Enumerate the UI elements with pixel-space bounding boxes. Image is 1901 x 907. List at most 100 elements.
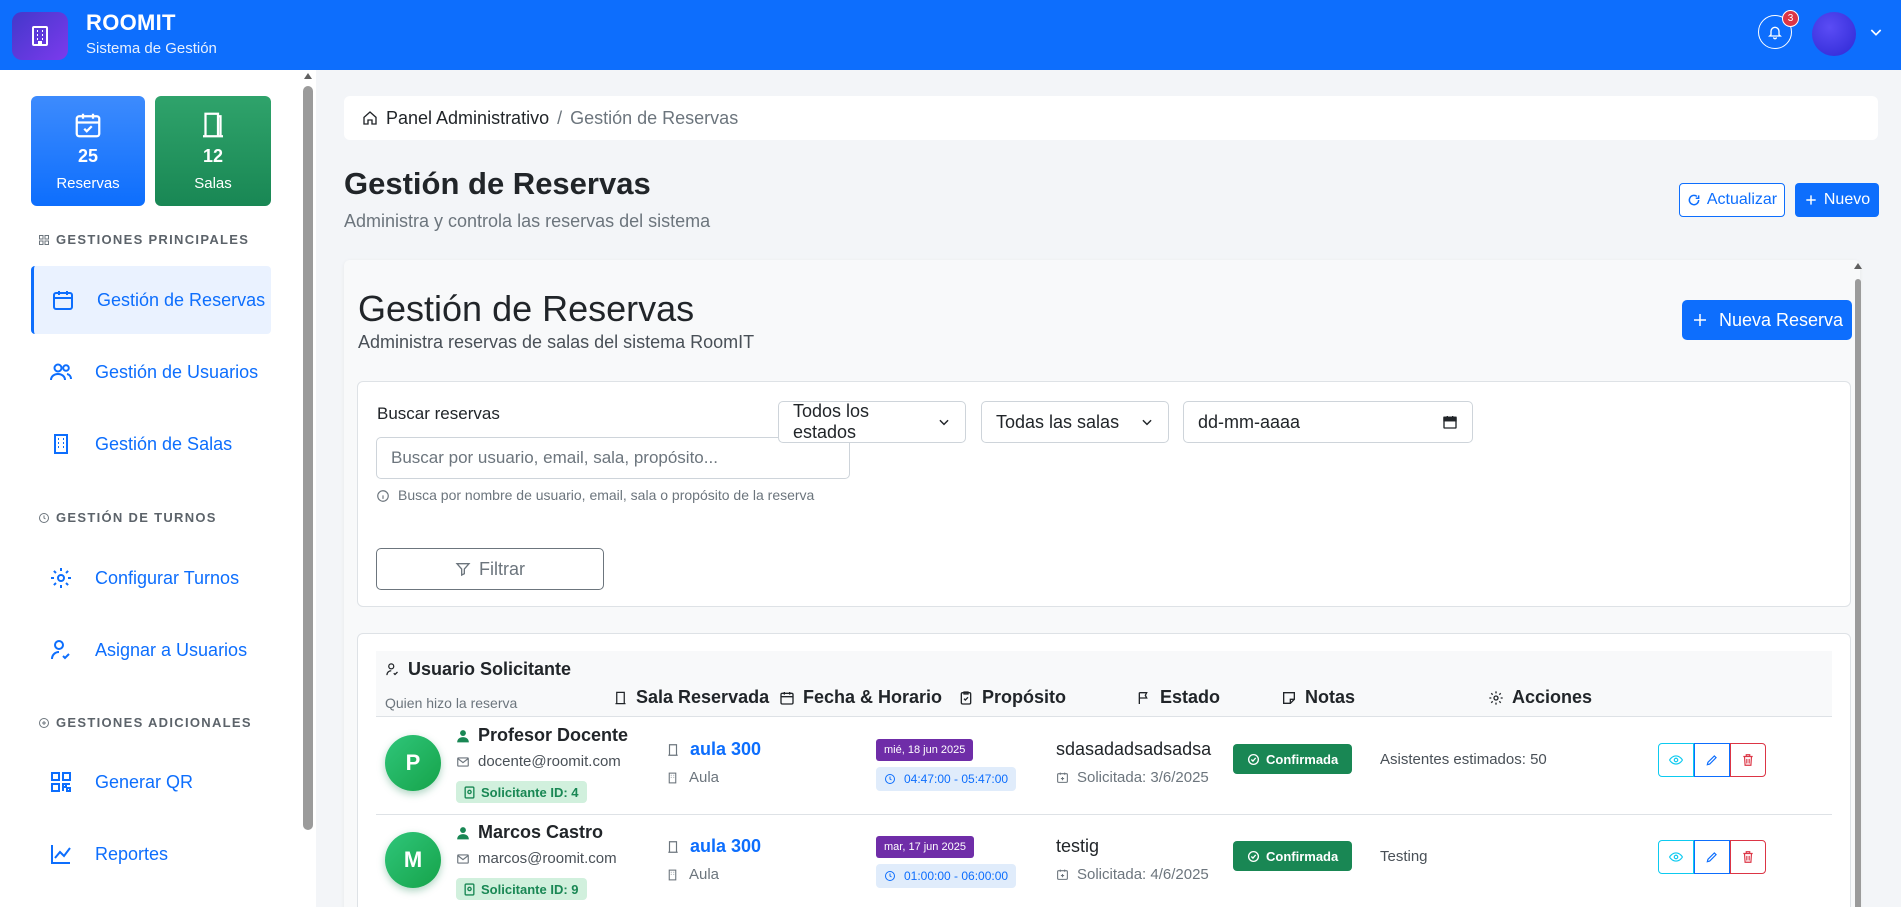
gear-icon bbox=[51, 568, 71, 588]
notifications-button[interactable]: 3 bbox=[1758, 10, 1799, 49]
content-scrollbar[interactable] bbox=[1854, 263, 1862, 907]
status-badge: Confirmada bbox=[1233, 744, 1353, 774]
sidebar-item-label: Reportes bbox=[95, 843, 169, 864]
calendar-plus-icon bbox=[1057, 869, 1068, 880]
content-scrollbar-thumb[interactable] bbox=[1855, 279, 1861, 907]
user-name: Profesor Docente bbox=[456, 725, 628, 746]
delete-button[interactable] bbox=[1730, 743, 1766, 777]
sidebar-item-salas[interactable]: Gestión de Salas bbox=[31, 410, 271, 478]
trash-icon bbox=[1743, 851, 1753, 863]
clock-icon bbox=[885, 774, 895, 784]
view-button[interactable] bbox=[1658, 743, 1694, 777]
sidebar-item-asignar-usuarios[interactable]: Asignar a Usuarios bbox=[31, 616, 271, 684]
sidebar-item-label: Gestión de Usuarios bbox=[95, 361, 259, 382]
new-reservation-button[interactable]: Nueva Reserva bbox=[1682, 300, 1852, 340]
chevron-down-icon bbox=[939, 419, 949, 426]
sticky-note-icon bbox=[1283, 691, 1295, 704]
building-icon bbox=[54, 434, 68, 454]
check-circle-icon bbox=[1247, 850, 1260, 862]
bell-icon bbox=[1768, 26, 1782, 40]
search-input[interactable] bbox=[376, 437, 850, 479]
clipboard-check-icon bbox=[960, 690, 972, 705]
clock-icon bbox=[885, 871, 895, 881]
sidebar-item-reportes[interactable]: Reportes bbox=[31, 820, 271, 888]
reservations-table: Usuario Solicitante Quien hizo la reserv… bbox=[357, 633, 1851, 907]
stat-reservas-value: 25 bbox=[77, 146, 99, 166]
envelope-icon bbox=[457, 853, 469, 864]
row-actions bbox=[1658, 840, 1766, 874]
building-icon bbox=[668, 772, 677, 783]
user-id-badge: Solicitante ID: 4 bbox=[456, 781, 587, 803]
clock-icon bbox=[39, 512, 49, 523]
table-row[interactable]: M Marcos Castro marcos@roomit.com Solici… bbox=[376, 814, 1832, 907]
column-fecha: Fecha & Horario bbox=[779, 687, 942, 708]
building-icon bbox=[668, 869, 677, 880]
stat-reservas-label: Reservas bbox=[56, 175, 120, 192]
info-icon bbox=[377, 490, 389, 502]
door-icon bbox=[668, 840, 678, 853]
section-main-heading: GESTIONES PRINCIPALES bbox=[38, 232, 249, 247]
card-subtitle: Administra reservas de salas del sistema… bbox=[358, 332, 755, 352]
refresh-button-label: Actualizar bbox=[1706, 191, 1778, 208]
calendar-plus-icon bbox=[1057, 772, 1068, 783]
filter-button[interactable]: Filtrar bbox=[376, 548, 604, 590]
date-input[interactable]: dd-mm-aaaa bbox=[1183, 401, 1473, 443]
refresh-button[interactable]: Actualizar bbox=[1679, 183, 1785, 217]
envelope-icon bbox=[457, 756, 469, 767]
sidebar-item-generar-qr[interactable]: Generar QR bbox=[31, 748, 271, 816]
pencil-icon bbox=[1706, 852, 1717, 863]
calendar-check-icon bbox=[75, 113, 101, 138]
user-initial-avatar: M bbox=[385, 832, 441, 888]
sidebar-item-usuarios[interactable]: Gestión de Usuarios bbox=[31, 338, 271, 406]
plus-circle-icon bbox=[39, 717, 49, 728]
building-logo-icon[interactable] bbox=[12, 12, 68, 60]
plus-icon bbox=[1806, 195, 1816, 205]
top-navbar: ROOMIT Sistema de Gestión 3 bbox=[0, 0, 1901, 70]
view-button[interactable] bbox=[1658, 840, 1694, 874]
gear-icon bbox=[1489, 690, 1503, 705]
room-type: Aula bbox=[666, 866, 719, 883]
page-title: Gestión de Reservas bbox=[344, 166, 651, 201]
sidebar-item-configurar-turnos[interactable]: Configurar Turnos bbox=[31, 544, 271, 612]
sidebar-item-reservas[interactable]: Gestión de Reservas bbox=[31, 266, 271, 334]
edit-button[interactable] bbox=[1694, 743, 1730, 777]
calendar-icon[interactable] bbox=[1442, 414, 1458, 430]
stat-salas[interactable]: 12 Salas bbox=[155, 96, 271, 206]
trash-icon bbox=[1743, 754, 1753, 766]
room-select[interactable]: Todas las salas bbox=[981, 401, 1169, 443]
room-type: Aula bbox=[666, 769, 719, 786]
delete-button[interactable] bbox=[1730, 840, 1766, 874]
status-badge: Confirmada bbox=[1233, 841, 1353, 871]
room-link[interactable]: aula 300 bbox=[666, 836, 761, 857]
chevron-down-icon bbox=[1142, 419, 1152, 426]
user-email: marcos@roomit.com bbox=[456, 850, 617, 867]
user-name: Marcos Castro bbox=[456, 822, 603, 843]
column-usuario: Usuario Solicitante bbox=[385, 659, 571, 680]
door-icon bbox=[668, 743, 678, 756]
user-check-icon bbox=[386, 663, 398, 676]
table-row[interactable]: P Profesor Docente docente@roomit.com So… bbox=[376, 717, 1832, 815]
brand[interactable]: ROOMIT Sistema de Gestión bbox=[86, 10, 217, 57]
stat-reservas[interactable]: 25 Reservas bbox=[31, 96, 145, 206]
id-badge-icon bbox=[464, 785, 475, 799]
purpose-text: testig bbox=[1056, 836, 1100, 856]
user-avatar[interactable] bbox=[1812, 12, 1856, 56]
chart-line-icon bbox=[51, 845, 71, 864]
sidebar-scrollbar-thumb[interactable] bbox=[303, 86, 313, 830]
breadcrumb-separator: / bbox=[557, 107, 563, 128]
search-help-text: Busca por nombre de usuario, email, sala… bbox=[376, 482, 846, 508]
edit-button[interactable] bbox=[1694, 840, 1730, 874]
room-link[interactable]: aula 300 bbox=[666, 739, 761, 760]
breadcrumb-home-link[interactable]: Panel Administrativo bbox=[386, 108, 549, 129]
user-initial-avatar: P bbox=[385, 735, 441, 791]
new-button[interactable]: Nuevo bbox=[1795, 183, 1879, 217]
sidebar-item-label: Gestión de Salas bbox=[95, 433, 233, 454]
time-badge: 01:00:00 - 06:00:00 bbox=[876, 864, 1017, 888]
user-check-icon bbox=[51, 640, 70, 660]
chevron-down-icon[interactable] bbox=[1868, 24, 1884, 40]
breadcrumb: Panel Administrativo / Gestión de Reserv… bbox=[344, 96, 1878, 140]
status-select[interactable]: Todos los estados bbox=[778, 401, 966, 443]
sidebar-item-label: Configurar Turnos bbox=[95, 567, 240, 588]
sidebar-item-label: Gestión de Reservas bbox=[97, 289, 266, 310]
stat-salas-value: 12 bbox=[202, 146, 224, 166]
